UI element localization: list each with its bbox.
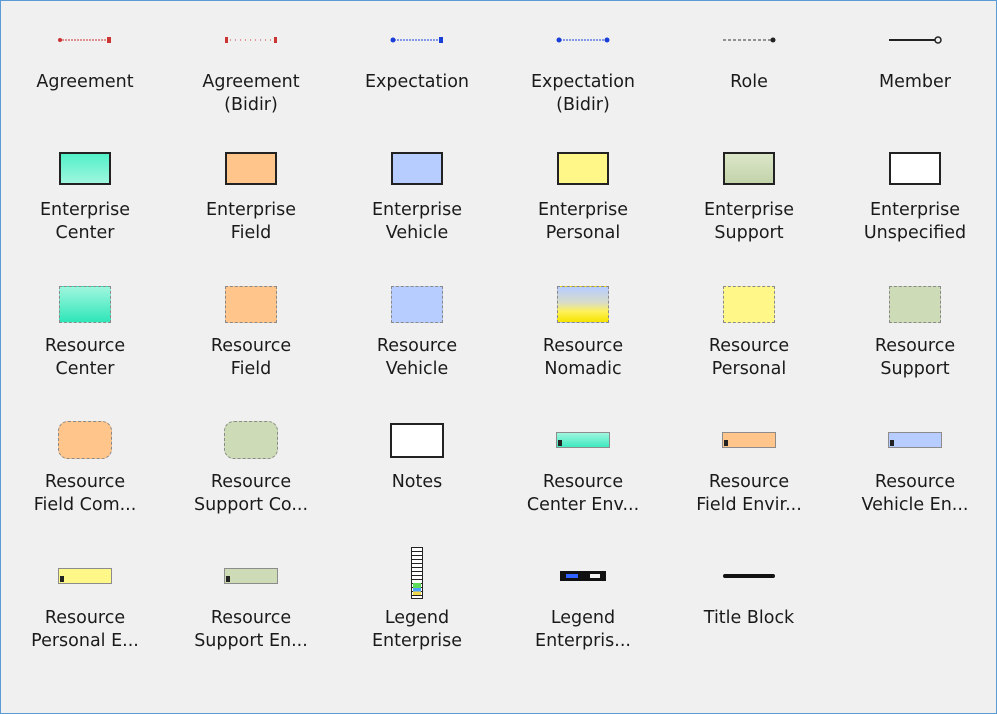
tile-label: Resource Support Co... <box>193 472 309 515</box>
title-block-icon <box>723 574 775 578</box>
tile-enterprise-vehicle[interactable]: Enterprise Vehicle <box>334 137 500 273</box>
tile-label: Resource Vehicle En... <box>861 472 969 515</box>
resource-personal-icon <box>723 285 775 323</box>
tile-enterprise-field[interactable]: Enterprise Field <box>168 137 334 273</box>
tile-role[interactable]: Role <box>666 9 832 137</box>
tile-resource-field-env[interactable]: Resource Field Envir... <box>666 409 832 545</box>
tile-label: Agreement (Bidir) <box>202 72 300 115</box>
enterprise-field-icon <box>225 151 277 185</box>
tile-label: Expectation <box>364 72 470 92</box>
tile-expectation[interactable]: Expectation <box>334 9 500 137</box>
tile-label: Title Block <box>703 608 795 628</box>
tile-resource-support-community[interactable]: Resource Support Co... <box>168 409 334 545</box>
tile-resource-nomadic[interactable]: Resource Nomadic <box>500 273 666 409</box>
enterprise-vehicle-icon <box>391 151 443 185</box>
tile-label: Agreement <box>36 72 134 92</box>
tile-label: Enterprise Personal <box>537 200 629 243</box>
member-link-icon <box>887 35 943 45</box>
tile-enterprise-center[interactable]: Enterprise Center <box>2 137 168 273</box>
tile-label: Resource Nomadic <box>542 336 624 379</box>
tile-enterprise-personal[interactable]: Enterprise Personal <box>500 137 666 273</box>
enterprise-support-icon <box>723 151 775 185</box>
notes-icon <box>390 422 444 458</box>
tile-label: Resource Personal <box>708 336 790 379</box>
tile-resource-center[interactable]: Resource Center <box>2 273 168 409</box>
resource-field-community-icon <box>58 421 112 459</box>
shapes-panel: Agreement Agreement (Bidir) Expectation <box>0 0 997 714</box>
resource-field-environment-icon <box>722 432 776 448</box>
agreement-link-icon <box>57 36 113 44</box>
tile-label: Resource Support <box>874 336 956 379</box>
enterprise-personal-icon <box>557 151 609 185</box>
resource-vehicle-icon <box>391 285 443 323</box>
tile-resource-vehicle-env[interactable]: Resource Vehicle En... <box>832 409 997 545</box>
stencil-grid: Agreement Agreement (Bidir) Expectation <box>2 9 997 681</box>
resource-support-icon <box>889 285 941 323</box>
tile-label: Notes <box>391 472 443 492</box>
resource-field-icon <box>225 285 277 323</box>
tile-notes[interactable]: Notes <box>334 409 500 545</box>
enterprise-center-icon <box>59 151 111 185</box>
tile-resource-field-community[interactable]: Resource Field Com... <box>2 409 168 545</box>
expectation-bidir-link-icon <box>555 36 611 44</box>
tile-enterprise-support[interactable]: Enterprise Support <box>666 137 832 273</box>
expectation-link-icon <box>389 36 445 44</box>
resource-support-environment-icon <box>224 568 278 584</box>
tile-legend-enterprise[interactable]: Legend Enterprise <box>334 545 500 681</box>
resource-support-community-icon <box>224 421 278 459</box>
tile-label: Resource Personal E... <box>31 608 139 651</box>
tile-label: Enterprise Field <box>205 200 297 243</box>
enterprise-unspecified-icon <box>889 151 941 185</box>
tile-title-block[interactable]: Title Block <box>666 545 832 681</box>
tile-resource-support[interactable]: Resource Support <box>832 273 997 409</box>
resource-nomadic-icon <box>557 285 609 323</box>
tile-resource-support-env[interactable]: Resource Support En... <box>168 545 334 681</box>
tile-resource-vehicle[interactable]: Resource Vehicle <box>334 273 500 409</box>
tile-label: Role <box>730 72 768 92</box>
tile-agreement[interactable]: Agreement <box>2 9 168 137</box>
tile-label: Enterprise Center <box>39 200 131 243</box>
tile-label: Enterprise Support <box>703 200 795 243</box>
agreement-bidir-link-icon <box>223 36 279 44</box>
resource-center-environment-icon <box>556 432 610 448</box>
tile-label: Legend Enterprise <box>371 608 463 651</box>
tile-label: Resource Center Env... <box>526 472 640 515</box>
tile-label: Member <box>879 72 951 92</box>
tile-label: Expectation (Bidir) <box>530 72 636 115</box>
tile-agreement-bidir[interactable]: Agreement (Bidir) <box>168 9 334 137</box>
resource-center-icon <box>59 285 111 323</box>
tile-member[interactable]: Member <box>832 9 997 137</box>
tile-resource-personal-env[interactable]: Resource Personal E... <box>2 545 168 681</box>
legend-enterprise-horizontal-icon <box>560 571 606 581</box>
tile-expectation-bidir[interactable]: Expectation (Bidir) <box>500 9 666 137</box>
tile-label: Resource Support En... <box>194 608 308 651</box>
tile-legend-enterprise-horizontal[interactable]: Legend Enterpris... <box>500 545 666 681</box>
role-link-icon <box>721 36 777 44</box>
tile-enterprise-unspecified[interactable]: Enterprise Unspecified <box>832 137 997 273</box>
tile-label: Resource Field Com... <box>33 472 137 515</box>
tile-label: Resource Vehicle <box>376 336 458 379</box>
resource-personal-environment-icon <box>58 568 112 584</box>
tile-label: Enterprise Vehicle <box>371 200 463 243</box>
resource-vehicle-environment-icon <box>888 432 942 448</box>
tile-label: Resource Center <box>44 336 126 379</box>
tile-label: Enterprise Unspecified <box>863 200 967 243</box>
tile-resource-field[interactable]: Resource Field <box>168 273 334 409</box>
tile-label: Resource Field Envir... <box>696 472 802 515</box>
legend-enterprise-icon <box>411 547 423 599</box>
tile-label: Resource Field <box>210 336 292 379</box>
tile-resource-personal[interactable]: Resource Personal <box>666 273 832 409</box>
tile-resource-center-env[interactable]: Resource Center Env... <box>500 409 666 545</box>
tile-label: Legend Enterpris... <box>535 608 631 651</box>
